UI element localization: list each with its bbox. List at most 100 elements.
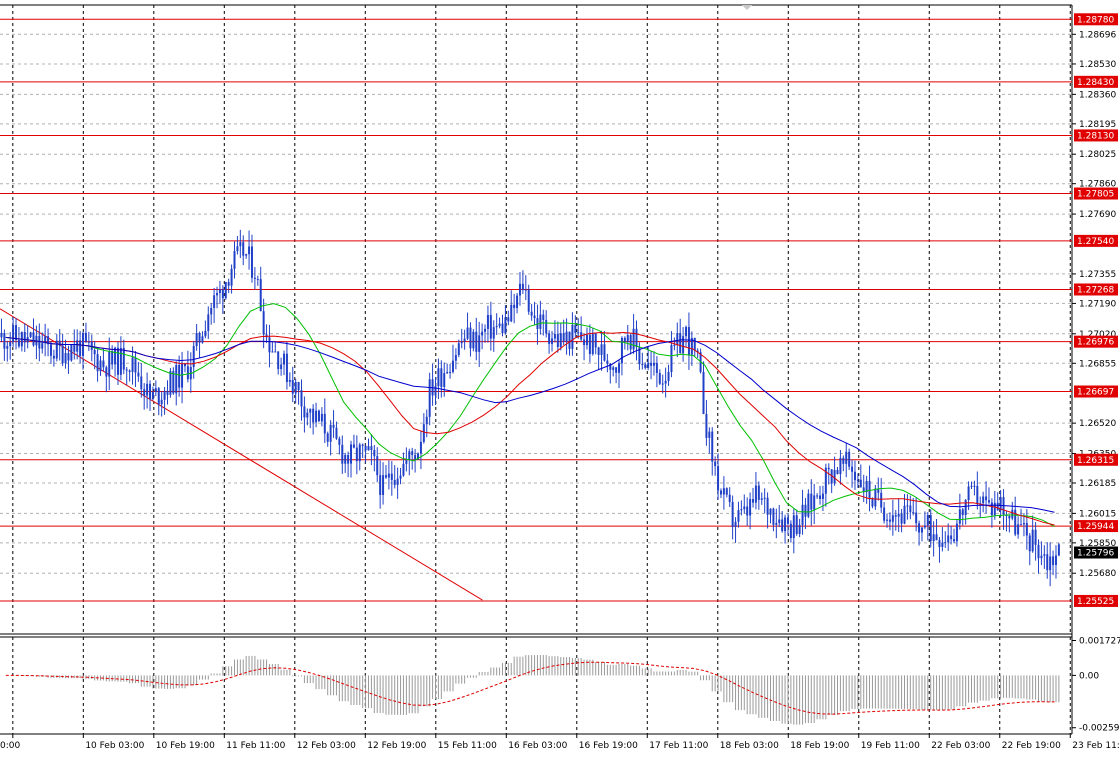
candle-body	[961, 509, 964, 516]
candle-body	[239, 242, 242, 247]
candle-body	[798, 524, 801, 534]
candle-body	[288, 379, 291, 382]
price-tick-label: 1.28360	[1079, 90, 1116, 100]
candle-body	[836, 469, 839, 475]
candle-body	[1008, 516, 1011, 519]
candle-body	[918, 523, 921, 533]
candle-body	[629, 335, 632, 350]
candle-body	[70, 344, 73, 361]
candle-body	[384, 475, 387, 478]
candle-body	[626, 335, 629, 343]
candle-body	[99, 360, 102, 372]
candle-body	[210, 307, 213, 315]
candle-body	[763, 497, 766, 499]
candle-body	[600, 344, 603, 355]
candle-body	[396, 478, 399, 485]
candle-body	[556, 334, 559, 348]
candle-body	[390, 473, 393, 481]
candle-body	[941, 542, 944, 547]
price-tick-label: 1.26855	[1079, 359, 1116, 369]
candle-body	[571, 324, 574, 349]
candle-body	[548, 333, 551, 344]
candle-body	[329, 424, 332, 442]
candle-body	[533, 315, 536, 319]
candle-body	[693, 337, 696, 351]
candle-body	[326, 433, 329, 442]
candle-body	[551, 338, 554, 344]
candle-body	[446, 372, 449, 374]
candle-body	[484, 328, 487, 332]
candle-body	[358, 444, 361, 462]
candle-body	[964, 500, 967, 516]
candle-body	[481, 331, 484, 336]
candle-body	[414, 455, 417, 460]
candle-body	[804, 504, 807, 517]
time-tick-label: 22 Feb 19:00	[1002, 741, 1061, 751]
candle-body	[597, 347, 600, 355]
candle-body	[845, 451, 848, 464]
time-tick-label: 0:00	[0, 741, 20, 751]
candle-body	[367, 446, 370, 451]
candle-body	[737, 510, 740, 522]
candle-body	[17, 340, 20, 347]
candle-body	[993, 502, 996, 516]
candle-body	[422, 424, 425, 442]
candle-body	[722, 488, 725, 495]
candle-body	[335, 427, 338, 439]
candle-body	[198, 333, 201, 343]
time-tick-label: 17 Feb 11:00	[649, 741, 708, 751]
candle-body	[297, 381, 300, 391]
time-tick-label: 12 Feb 03:00	[297, 741, 356, 751]
price-tick-label: 1.28530	[1079, 60, 1116, 70]
candle-body	[865, 480, 868, 493]
candle-body	[769, 508, 772, 515]
candle-body	[518, 283, 521, 296]
candle-body	[568, 331, 571, 349]
candle-body	[87, 341, 90, 343]
candle-body	[364, 445, 367, 451]
candle-body	[944, 542, 947, 544]
candle-body	[577, 332, 580, 334]
candle-body	[32, 332, 35, 346]
candle-body	[792, 515, 795, 539]
candle-body	[253, 277, 256, 279]
candle-body	[361, 444, 364, 446]
candle-body	[323, 413, 326, 434]
candle-body	[676, 333, 679, 345]
candle-body	[151, 392, 154, 400]
price-tick-label: 1.27190	[1079, 299, 1116, 309]
candle-body	[41, 343, 44, 349]
candle-body	[451, 360, 454, 372]
candle-body	[201, 336, 204, 343]
candle-body	[419, 441, 422, 454]
time-tick-label: 22 Feb 03:00	[931, 741, 990, 751]
candle-body	[114, 347, 117, 365]
price-chart[interactable]: 1.28696 1.28530 1.28360 1.28195 1.28025 1.278…	[0, 0, 1120, 758]
candle-body	[119, 347, 122, 375]
candle-body	[504, 317, 507, 334]
candle-body	[9, 341, 12, 347]
candle-body	[146, 383, 149, 396]
candle-body	[347, 454, 350, 464]
candle-body	[801, 504, 804, 525]
candle-body	[670, 344, 673, 372]
candle-body	[449, 371, 452, 373]
candle-body	[679, 333, 682, 354]
level-price-label: 1.28430	[1077, 78, 1114, 88]
candle-body	[1022, 523, 1025, 525]
candle-body	[874, 488, 877, 507]
candle-body	[664, 380, 667, 384]
candle-body	[131, 357, 134, 372]
candle-body	[912, 512, 915, 514]
candle-body	[603, 344, 606, 361]
candle-body	[387, 473, 390, 478]
candle-body	[475, 331, 478, 352]
candle-body	[116, 347, 119, 375]
candle-body	[760, 498, 763, 500]
candle-body	[111, 351, 114, 365]
candle-body	[542, 314, 545, 320]
price-tick-label: 1.28696	[1079, 30, 1116, 40]
candle-body	[746, 506, 749, 516]
candle-body	[786, 517, 789, 524]
time-tick-label: 10 Feb 19:00	[156, 741, 215, 751]
